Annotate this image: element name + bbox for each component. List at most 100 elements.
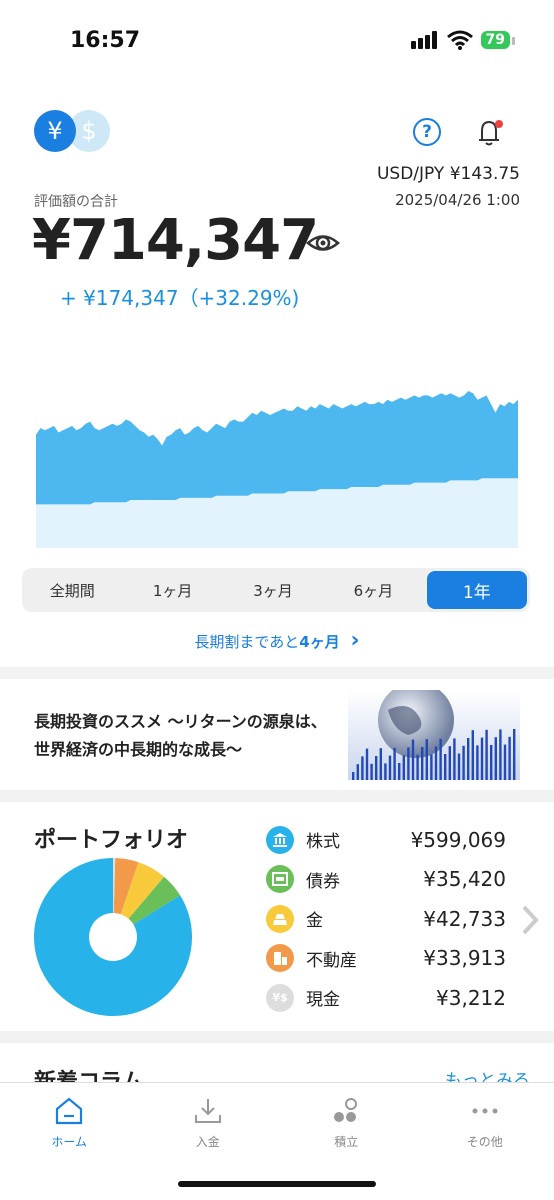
globe-chart-image — [348, 690, 520, 780]
banner-bar — [356, 764, 359, 780]
bond-icon — [266, 865, 294, 894]
help-icon[interactable]: ? — [413, 118, 441, 146]
banner-bar — [365, 748, 369, 780]
fx-date: 2025/04/26 1:00 — [395, 191, 520, 209]
battery-indicator: 79 — [480, 31, 516, 49]
banner-bar — [434, 746, 438, 780]
legend-row-gold: 金 ¥42,733 — [266, 899, 506, 939]
banner-bar — [398, 763, 401, 780]
tab-period-1-year[interactable]: 1年 — [426, 571, 528, 609]
notification-bell-icon[interactable] — [474, 116, 506, 148]
banner-bar — [430, 754, 433, 780]
signal-icon — [410, 31, 437, 49]
section-divider — [0, 1031, 554, 1043]
total-change: + ¥174,347（+32.29%) — [60, 286, 300, 310]
cash-icon: ¥$ — [266, 983, 294, 1012]
banner-bar — [457, 753, 461, 780]
building-icon — [266, 944, 294, 973]
banner-bar — [485, 729, 488, 780]
portfolio-title: ポートフォリオ — [34, 828, 189, 853]
total-value: ¥714,347 — [32, 208, 319, 273]
banner-bar — [444, 754, 447, 780]
long-term-count: 4ヶ月 — [299, 633, 340, 651]
banner-bar — [384, 763, 387, 780]
banner-bar — [361, 756, 364, 780]
banner-bar — [421, 747, 424, 780]
status-icons: 79 — [410, 30, 516, 50]
long-term-prefix: 長期割まであと — [194, 633, 300, 651]
portfolio-pie-chart[interactable] — [34, 858, 192, 1016]
tab-label: 入金 — [195, 1135, 220, 1149]
status-time: 16:57 — [70, 28, 141, 53]
legend-row-real-estate: 不動産 ¥33,913 — [266, 939, 506, 979]
tab-period-all[interactable]: 全期間 — [22, 568, 122, 612]
banner-bar — [411, 739, 415, 780]
chevron-right-icon[interactable] — [520, 904, 540, 936]
chevron-right-icon: › — [350, 628, 360, 653]
banner-bar — [499, 729, 502, 780]
legend-value: ¥599,069 — [410, 827, 506, 852]
section-divider — [0, 790, 554, 802]
banner-bar — [503, 744, 507, 780]
banner-bar — [375, 756, 378, 780]
banner-bar — [370, 763, 373, 780]
banner-bar — [416, 754, 419, 780]
legend-label: 株式 — [306, 832, 340, 853]
banner-bar — [352, 772, 355, 780]
banner-bar — [393, 747, 396, 780]
tab-home[interactable]: ホーム — [0, 1083, 139, 1200]
banner-bar — [494, 737, 497, 780]
tab-other[interactable]: その他 — [416, 1083, 554, 1200]
fx-rate: USD/JPY ¥143.75 — [376, 164, 520, 184]
period-selector: 全期間 1ヶ月 3ヶ月 6ヶ月 1年 — [22, 568, 530, 612]
tab-label: その他 — [466, 1135, 503, 1149]
banner-text: 長期投資のススメ 〜リターンの源泉は、世界経済の中長期的な成長〜 — [34, 712, 327, 759]
portfolio-legend[interactable]: 株式 ¥599,069 債券 ¥35,420 金 ¥42,733 不動産 ¥33… — [266, 820, 506, 1018]
legend-value: ¥35,420 — [423, 867, 506, 892]
status-bar: 16:57 79 — [0, 0, 554, 84]
currency-toggle[interactable]: ¥ $ — [34, 110, 114, 154]
banner-bar — [480, 737, 484, 780]
gold-icon — [266, 904, 294, 933]
more-dots-icon — [472, 1108, 498, 1114]
tab-period-3-months[interactable]: 3ヶ月 — [223, 568, 323, 612]
pie-center — [89, 913, 137, 961]
banner-bar — [448, 746, 451, 780]
tab-period-6-months[interactable]: 6ヶ月 — [323, 568, 423, 612]
banner-bar — [513, 729, 516, 780]
banner-bar — [407, 747, 410, 780]
banner-bar — [425, 739, 428, 780]
legend-row-stocks: 株式 ¥599,069 — [266, 820, 506, 860]
long-term-discount-link[interactable]: 長期割まであと4ヶ月 › — [0, 628, 554, 653]
banner-bar — [379, 748, 382, 780]
column-section-title: 新着コラム — [34, 1070, 144, 1084]
legend-value: ¥3,212 — [436, 985, 506, 1010]
legend-label: 不動産 — [306, 950, 357, 971]
banner-bar — [462, 745, 465, 780]
banner-bar — [467, 738, 470, 780]
wifi-icon — [446, 30, 473, 50]
legend-value: ¥33,913 — [423, 946, 506, 971]
yen-currency-icon[interactable]: ¥ — [34, 110, 76, 152]
banner-bar — [453, 738, 456, 780]
asset-chart[interactable] — [36, 330, 518, 548]
legend-value: ¥42,733 — [423, 906, 506, 931]
banner-bar — [402, 755, 405, 780]
bank-icon — [266, 825, 294, 854]
tab-label: 積立 — [334, 1135, 359, 1149]
banner-bar — [471, 730, 474, 780]
tab-label: ホーム — [51, 1135, 88, 1149]
download-icon — [194, 1099, 221, 1123]
eye-icon[interactable] — [306, 230, 340, 256]
home-indicator — [178, 1181, 376, 1187]
legend-label: 金 — [306, 911, 323, 932]
banner-bar — [490, 745, 493, 780]
legend-label: 債券 — [306, 871, 340, 892]
tab-period-1-month[interactable]: 1ヶ月 — [122, 568, 222, 612]
banner-bar — [508, 736, 511, 780]
banner-bar — [388, 755, 392, 780]
article-banner[interactable]: 長期投資のススメ 〜リターンの源泉は、世界経済の中長期的な成長〜 — [0, 678, 554, 790]
banner-bar — [476, 745, 479, 780]
home-icon — [56, 1097, 83, 1125]
legend-label: 現金 — [306, 990, 340, 1011]
